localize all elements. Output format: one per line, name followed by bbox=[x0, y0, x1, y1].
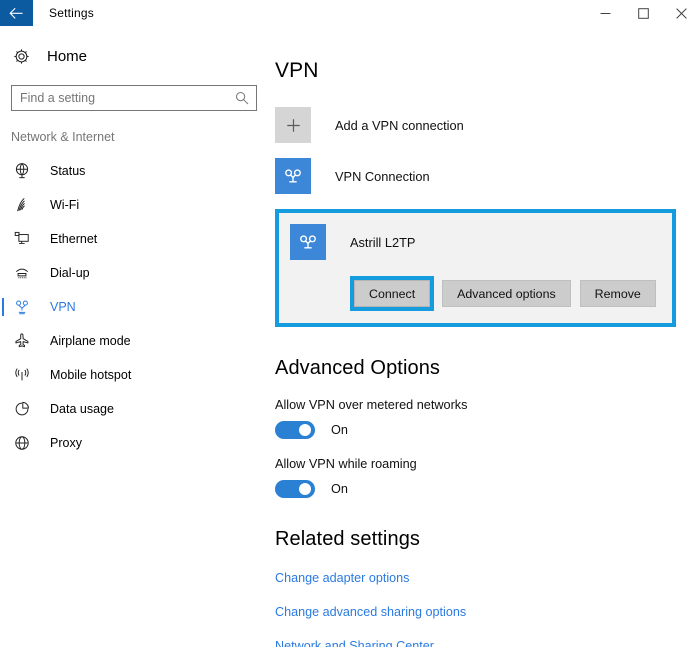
sidebar-item-status-label: Status bbox=[50, 164, 86, 178]
vpn-icon bbox=[13, 298, 31, 316]
related-settings-title: Related settings bbox=[275, 528, 421, 550]
sidebar-item-wifi-label: Wi-Fi bbox=[50, 198, 80, 212]
link-change-adapter-options[interactable]: Change adapter options bbox=[275, 571, 409, 585]
option-metered-networks-label: Allow VPN over metered networks bbox=[275, 398, 468, 412]
option-metered-networks-toggle-row: On bbox=[275, 421, 700, 439]
sidebar-item-status[interactable]: Status bbox=[0, 154, 270, 188]
minimize-button[interactable] bbox=[586, 0, 624, 26]
selected-vpn-name: Astrill L2TP bbox=[350, 234, 416, 250]
vpn-roaming-toggle-state: On bbox=[331, 482, 348, 496]
sidebar-item-data-usage-label: Data usage bbox=[50, 402, 114, 416]
add-vpn-connection-label: Add a VPN connection bbox=[335, 117, 464, 133]
sidebar-item-dial-up-label: Dial-up bbox=[50, 266, 90, 280]
search-icon bbox=[235, 91, 256, 105]
wifi-icon bbox=[13, 196, 31, 214]
add-vpn-connection-row[interactable]: Add a VPN connection bbox=[275, 107, 700, 143]
vpn-connection-label: VPN Connection bbox=[335, 168, 430, 184]
minimize-icon bbox=[600, 12, 610, 14]
sidebar-item-vpn[interactable]: VPN bbox=[0, 290, 270, 324]
sidebar-item-wifi[interactable]: Wi-Fi bbox=[0, 188, 270, 222]
maximize-button[interactable] bbox=[624, 0, 662, 26]
close-button[interactable] bbox=[662, 0, 700, 26]
vpn-connection-icon bbox=[290, 224, 326, 260]
globe-icon bbox=[13, 434, 31, 452]
option-vpn-roaming-label: Allow VPN while roaming bbox=[275, 457, 417, 471]
link-network-and-sharing-center[interactable]: Network and Sharing Center bbox=[275, 639, 434, 647]
advanced-options-button[interactable]: Advanced options bbox=[442, 280, 571, 307]
maximize-icon bbox=[637, 7, 649, 19]
close-icon bbox=[675, 7, 687, 19]
airplane-icon bbox=[13, 332, 31, 350]
hotspot-icon bbox=[13, 366, 31, 384]
search-container bbox=[0, 71, 270, 111]
option-vpn-roaming-toggle-row: On bbox=[275, 480, 700, 498]
option-metered-networks: Allow VPN over metered networks On bbox=[275, 398, 700, 439]
arrow-left-icon bbox=[9, 7, 23, 19]
selected-vpn-header: Astrill L2TP bbox=[290, 224, 672, 260]
link-change-advanced-sharing-options[interactable]: Change advanced sharing options bbox=[275, 605, 466, 619]
dialup-icon bbox=[13, 264, 31, 282]
window-body: Home Network & Internet bbox=[0, 27, 700, 647]
sidebar-nav: Status Wi-Fi Ethernet Dial-up VPN Airpla… bbox=[0, 154, 270, 460]
sidebar-item-home[interactable]: Home bbox=[0, 41, 270, 71]
window-controls bbox=[586, 0, 700, 26]
app-title: Settings bbox=[49, 6, 94, 20]
sidebar-item-proxy-label: Proxy bbox=[50, 436, 82, 450]
vpn-connection-list: Add a VPN connection VPN Connection bbox=[275, 107, 700, 194]
sidebar-item-mobile-hotspot-label: Mobile hotspot bbox=[50, 368, 132, 382]
sidebar-item-airplane-mode[interactable]: Airplane mode bbox=[0, 324, 270, 358]
search-box[interactable] bbox=[11, 85, 257, 111]
option-vpn-roaming: Allow VPN while roaming On bbox=[275, 457, 700, 498]
remove-button[interactable]: Remove bbox=[579, 280, 656, 307]
toggle-knob bbox=[299, 424, 311, 436]
vpn-action-buttons: Connect Advanced options Remove bbox=[290, 276, 672, 311]
sidebar-item-ethernet[interactable]: Ethernet bbox=[0, 222, 270, 256]
sidebar-item-airplane-mode-label: Airplane mode bbox=[50, 334, 131, 348]
sidebar: Home Network & Internet bbox=[0, 27, 270, 647]
metered-networks-toggle-state: On bbox=[331, 423, 348, 437]
title-bar: Settings bbox=[0, 0, 700, 27]
sidebar-item-home-label: Home bbox=[47, 47, 88, 65]
sidebar-item-vpn-label: VPN bbox=[50, 300, 76, 314]
related-settings-links: Change adapter options Change advanced s… bbox=[275, 571, 700, 647]
sidebar-item-proxy[interactable]: Proxy bbox=[0, 426, 270, 460]
metered-networks-toggle[interactable] bbox=[275, 421, 315, 439]
gear-icon bbox=[14, 48, 29, 64]
vpn-connection-row[interactable]: VPN Connection bbox=[275, 158, 700, 194]
sidebar-item-ethernet-label: Ethernet bbox=[50, 232, 98, 246]
connect-button[interactable]: Connect bbox=[354, 280, 431, 307]
search-input[interactable] bbox=[12, 86, 235, 110]
page-title: VPN bbox=[275, 59, 319, 82]
back-button[interactable] bbox=[0, 0, 33, 26]
sidebar-item-data-usage[interactable]: Data usage bbox=[0, 392, 270, 426]
selected-vpn-card[interactable]: Astrill L2TP Connect Advanced options Re… bbox=[275, 209, 676, 327]
sidebar-item-dial-up[interactable]: Dial-up bbox=[0, 256, 270, 290]
main-content: VPN Add a VPN connection VPN Connection … bbox=[270, 27, 700, 647]
vpn-connection-icon bbox=[275, 158, 311, 194]
advanced-options-title: Advanced Options bbox=[275, 357, 441, 379]
status-icon bbox=[13, 162, 31, 180]
connect-button-highlight: Connect bbox=[350, 276, 435, 311]
sidebar-item-mobile-hotspot[interactable]: Mobile hotspot bbox=[0, 358, 270, 392]
plus-icon bbox=[275, 107, 311, 143]
data-usage-icon bbox=[13, 400, 31, 418]
ethernet-icon bbox=[13, 230, 31, 248]
vpn-roaming-toggle[interactable] bbox=[275, 480, 315, 498]
sidebar-category-title: Network & Internet bbox=[11, 130, 115, 144]
toggle-knob bbox=[299, 483, 311, 495]
